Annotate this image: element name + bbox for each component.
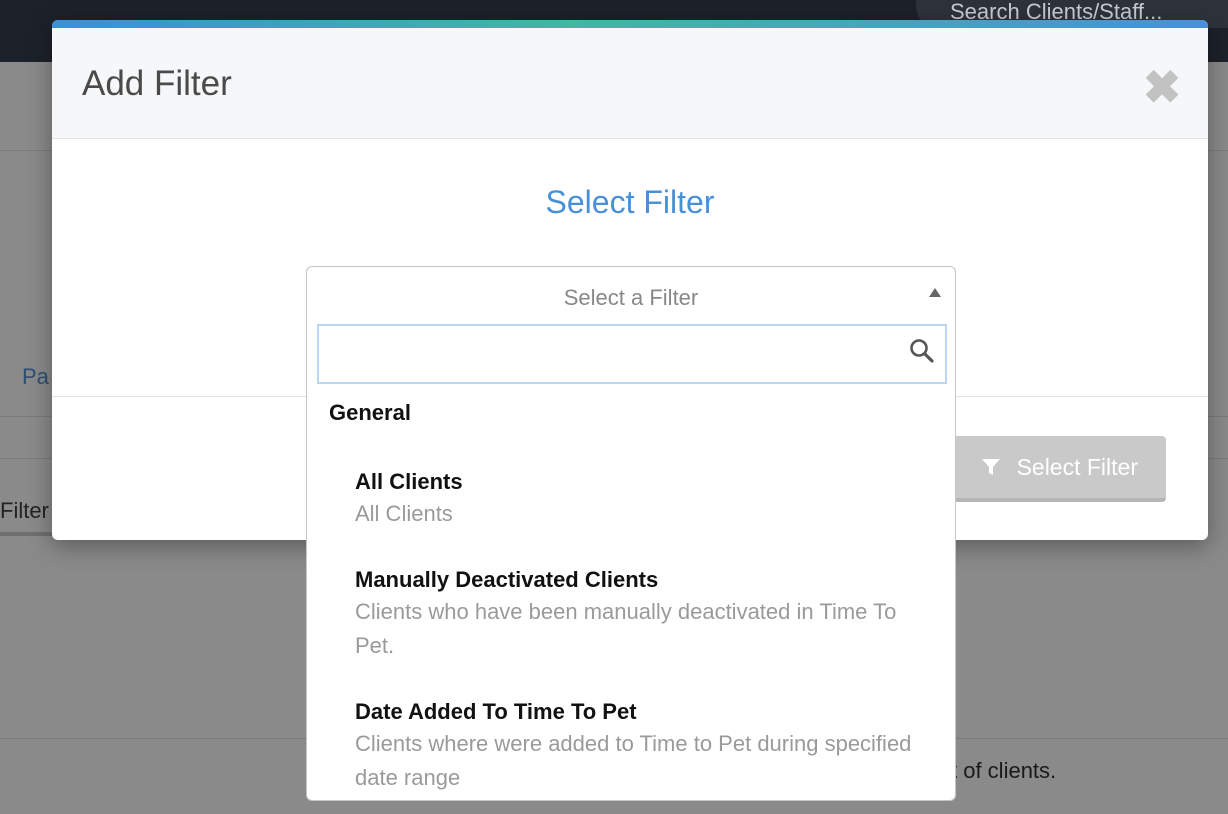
filter-dropdown: General All Clients All Clients Manually… [306,323,956,801]
caret-up-icon [929,288,941,297]
option-title: All Clients [355,469,463,494]
background-text: st of clients. [940,758,1057,783]
select-filter-button[interactable]: Select Filter [954,436,1166,502]
close-icon[interactable]: ✖ [1142,64,1182,110]
select-filter-heading: Select Filter [545,184,715,220]
modal-accent-bar [52,20,1208,28]
option-all-clients[interactable]: All Clients All Clients [355,467,935,531]
dropdown-search-input[interactable] [327,326,901,382]
option-manually-deactivated-clients[interactable]: Manually Deactivated Clients Clients who… [355,565,935,663]
option-description: Clients where were added to Time to Pet … [355,731,912,790]
option-date-added[interactable]: Date Added To Time To Pet Clients where … [355,697,935,795]
funnel-icon [981,459,1000,475]
background-filter-tab: Filter [0,494,60,536]
filter-select[interactable]: Select a Filter [306,266,956,324]
dropdown-search-field[interactable] [317,324,947,384]
background-link: Pa [22,364,49,389]
option-group-label: General [329,400,411,425]
search-icon [910,339,934,363]
option-title: Date Added To Time To Pet [355,699,637,724]
select-filter-button-label: Select Filter [1016,453,1138,480]
option-description: All Clients [355,501,453,526]
modal-header: Add Filter ✖ [52,28,1208,139]
option-description: Clients who have been manually deactivat… [355,599,897,658]
filter-select-placeholder: Select a Filter [563,285,699,310]
option-title: Manually Deactivated Clients [355,567,659,592]
modal-title: Add Filter [82,64,232,103]
option-list: All Clients All Clients Manually Deactiv… [355,467,935,800]
